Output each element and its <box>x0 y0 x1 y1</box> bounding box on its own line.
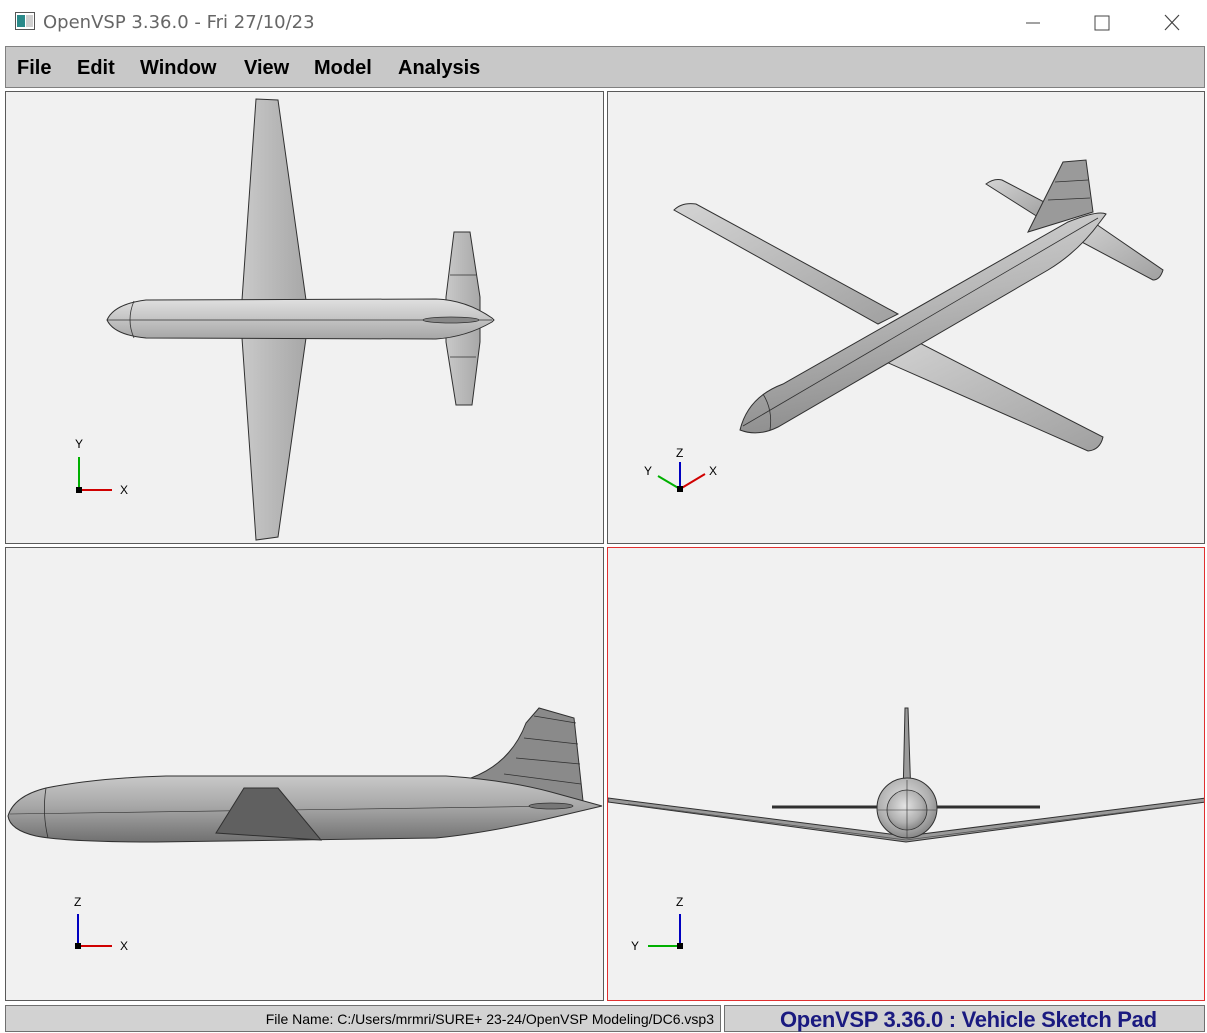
axis-label-z: Z <box>74 895 81 909</box>
aircraft-iso-view: Z Y X <box>644 159 1164 492</box>
axis-label-y: Y <box>631 939 639 953</box>
aircraft-side-view: Z X <box>7 707 603 953</box>
menu-file[interactable]: File <box>17 57 51 80</box>
axis-label-x: X <box>120 483 128 497</box>
window-title: OpenVSP 3.36.0 - Fri 27/10/23 <box>43 12 315 33</box>
axis-label-x: X <box>709 464 717 478</box>
axis-label-x: X <box>120 939 128 953</box>
aircraft-top-view: Y X <box>75 98 495 541</box>
viewport-side[interactable]: Z X <box>5 547 604 1001</box>
openvsp-app-icon <box>15 12 35 30</box>
minimize-icon[interactable] <box>1013 8 1053 38</box>
openvsp-banner: OpenVSP 3.36.0 : Vehicle Sketch Pad <box>780 1007 1157 1032</box>
file-name-text: File Name: C:/Users/mrmri/SURE+ 23-24/Op… <box>265 1011 714 1027</box>
menu-view[interactable]: View <box>244 57 289 80</box>
viewport-front[interactable]: Z Y <box>607 547 1205 1001</box>
menu-model[interactable]: Model <box>314 57 372 80</box>
menu-window[interactable]: Window <box>140 57 216 80</box>
axis-label-y: Y <box>644 464 652 478</box>
axis-label-y: Y <box>75 437 83 451</box>
title-bar: OpenVSP 3.36.0 - Fri 27/10/23 <box>0 0 1207 45</box>
viewport-top[interactable]: Y X <box>5 91 604 544</box>
viewport-iso[interactable]: Z Y X <box>607 91 1205 544</box>
menu-analysis[interactable]: Analysis <box>398 57 480 80</box>
file-name-bar: File Name: C:/Users/mrmri/SURE+ 23-24/Op… <box>5 1005 721 1032</box>
menu-bar: File Edit Window View Model Analysis <box>5 46 1205 88</box>
axis-label-z: Z <box>676 446 683 460</box>
aircraft-front-view: Z Y <box>608 707 1204 953</box>
banner-bar: OpenVSP 3.36.0 : Vehicle Sketch Pad <box>724 1005 1205 1032</box>
axis-label-z: Z <box>676 895 683 909</box>
maximize-icon[interactable] <box>1082 8 1122 38</box>
close-icon[interactable] <box>1152 8 1192 38</box>
menu-edit[interactable]: Edit <box>77 57 115 80</box>
